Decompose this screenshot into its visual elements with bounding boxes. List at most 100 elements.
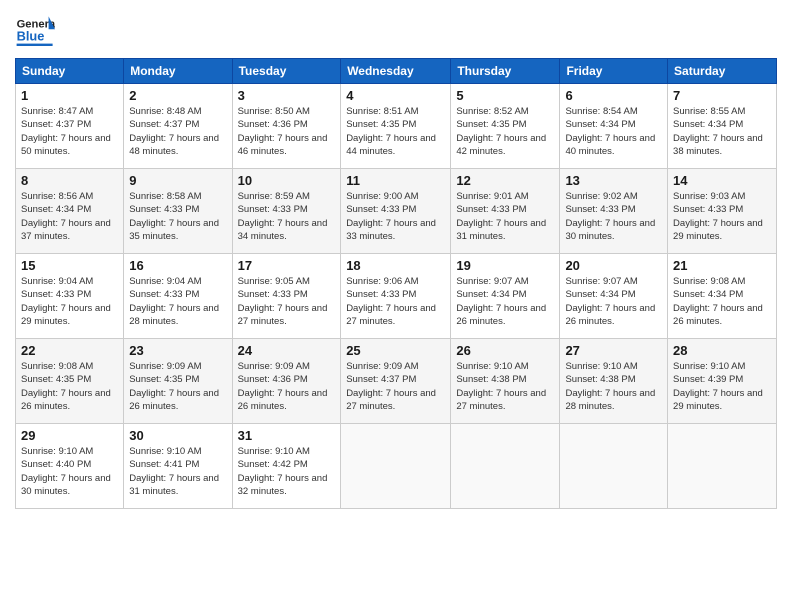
day-number: 14 [673, 173, 771, 188]
calendar-week-1: 1Sunrise: 8:47 AMSunset: 4:37 PMDaylight… [16, 84, 777, 169]
day-info: Sunrise: 9:10 AMSunset: 4:38 PMDaylight:… [565, 360, 662, 413]
day-info: Sunrise: 9:08 AMSunset: 4:34 PMDaylight:… [673, 275, 771, 328]
day-number: 2 [129, 88, 226, 103]
day-number: 15 [21, 258, 118, 273]
day-info: Sunrise: 9:01 AMSunset: 4:33 PMDaylight:… [456, 190, 554, 243]
weekday-saturday: Saturday [668, 59, 777, 84]
day-info: Sunrise: 8:54 AMSunset: 4:34 PMDaylight:… [565, 105, 662, 158]
day-cell-11: 11 Sunrise: 9:00 AMSunset: 4:33 PMDayligh… [341, 169, 451, 254]
day-cell-12: 12Sunrise: 9:01 AMSunset: 4:33 PMDayligh… [451, 169, 560, 254]
day-number: 25 [346, 343, 445, 358]
day-number: 16 [129, 258, 226, 273]
empty-cell [341, 424, 451, 509]
day-number: 6 [565, 88, 662, 103]
calendar-table: SundayMondayTuesdayWednesdayThursdayFrid… [15, 58, 777, 509]
day-cell-13: 13Sunrise: 9:02 AMSunset: 4:33 PMDayligh… [560, 169, 668, 254]
day-cell-2: 2 Sunrise: 8:48 AMSunset: 4:37 PMDaylight… [124, 84, 232, 169]
day-cell-31: 31Sunrise: 9:10 AMSunset: 4:42 PMDayligh… [232, 424, 341, 509]
day-info: Sunrise: 9:10 AMSunset: 4:39 PMDaylight:… [673, 360, 771, 413]
day-info: Sunrise: 9:10 AMSunset: 4:40 PMDaylight:… [21, 445, 118, 498]
logo: General Blue [15, 10, 59, 50]
day-number: 27 [565, 343, 662, 358]
day-number: 8 [21, 173, 118, 188]
calendar-week-5: 29Sunrise: 9:10 AMSunset: 4:40 PMDayligh… [16, 424, 777, 509]
day-info: Sunrise: 9:07 AMSunset: 4:34 PMDaylight:… [456, 275, 554, 328]
day-number: 24 [238, 343, 336, 358]
day-cell-18: 18 Sunrise: 9:06 AMSunset: 4:33 PMDayligh… [341, 254, 451, 339]
day-cell-30: 30 Sunrise: 9:10 AMSunset: 4:41 PMDayligh… [124, 424, 232, 509]
day-cell-25: 25 Sunrise: 9:09 AMSunset: 4:37 PMDayligh… [341, 339, 451, 424]
day-cell-4: 4 Sunrise: 8:51 AMSunset: 4:35 PMDaylight… [341, 84, 451, 169]
day-cell-7: 7 Sunrise: 8:55 AMSunset: 4:34 PMDaylight… [668, 84, 777, 169]
weekday-thursday: Thursday [451, 59, 560, 84]
day-info: Sunrise: 8:52 AMSunset: 4:35 PMDaylight:… [456, 105, 554, 158]
day-cell-24: 24Sunrise: 9:09 AMSunset: 4:36 PMDayligh… [232, 339, 341, 424]
day-cell-10: 10 Sunrise: 8:59 AMSunset: 4:33 PMDayligh… [232, 169, 341, 254]
day-cell-17: 17 Sunrise: 9:05 AMSunset: 4:33 PMDayligh… [232, 254, 341, 339]
day-number: 26 [456, 343, 554, 358]
day-number: 4 [346, 88, 445, 103]
day-number: 7 [673, 88, 771, 103]
day-number: 11 [346, 173, 445, 188]
day-number: 20 [565, 258, 662, 273]
day-info: Sunrise: 8:50 AMSunset: 4:36 PMDaylight:… [238, 105, 336, 158]
day-cell-8: 8 Sunrise: 8:56 AMSunset: 4:34 PMDaylight… [16, 169, 124, 254]
day-number: 18 [346, 258, 445, 273]
day-number: 30 [129, 428, 226, 443]
day-cell-16: 16 Sunrise: 9:04 AMSunset: 4:33 PMDayligh… [124, 254, 232, 339]
day-info: Sunrise: 9:00 AMSunset: 4:33 PMDaylight:… [346, 190, 445, 243]
day-number: 22 [21, 343, 118, 358]
weekday-sunday: Sunday [16, 59, 124, 84]
weekday-tuesday: Tuesday [232, 59, 341, 84]
day-info: Sunrise: 9:06 AMSunset: 4:33 PMDaylight:… [346, 275, 445, 328]
page: General Blue SundayMondayTuesdayWednesda… [0, 0, 792, 612]
calendar-week-4: 22 Sunrise: 9:08 AMSunset: 4:35 PMDayligh… [16, 339, 777, 424]
header: General Blue [15, 10, 777, 50]
day-number: 21 [673, 258, 771, 273]
weekday-wednesday: Wednesday [341, 59, 451, 84]
weekday-header-row: SundayMondayTuesdayWednesdayThursdayFrid… [16, 59, 777, 84]
weekday-monday: Monday [124, 59, 232, 84]
calendar-week-2: 8 Sunrise: 8:56 AMSunset: 4:34 PMDaylight… [16, 169, 777, 254]
logo-icon: General Blue [15, 10, 55, 50]
empty-cell [668, 424, 777, 509]
day-info: Sunrise: 9:03 AMSunset: 4:33 PMDaylight:… [673, 190, 771, 243]
day-info: Sunrise: 8:55 AMSunset: 4:34 PMDaylight:… [673, 105, 771, 158]
day-info: Sunrise: 9:07 AMSunset: 4:34 PMDaylight:… [565, 275, 662, 328]
day-cell-28: 28 Sunrise: 9:10 AMSunset: 4:39 PMDayligh… [668, 339, 777, 424]
day-cell-26: 26 Sunrise: 9:10 AMSunset: 4:38 PMDayligh… [451, 339, 560, 424]
day-number: 10 [238, 173, 336, 188]
day-number: 28 [673, 343, 771, 358]
day-info: Sunrise: 9:04 AMSunset: 4:33 PMDaylight:… [21, 275, 118, 328]
empty-cell [560, 424, 668, 509]
day-cell-29: 29Sunrise: 9:10 AMSunset: 4:40 PMDayligh… [16, 424, 124, 509]
day-info: Sunrise: 9:04 AMSunset: 4:33 PMDaylight:… [129, 275, 226, 328]
day-number: 17 [238, 258, 336, 273]
weekday-friday: Friday [560, 59, 668, 84]
day-info: Sunrise: 8:51 AMSunset: 4:35 PMDaylight:… [346, 105, 445, 158]
day-number: 9 [129, 173, 226, 188]
day-info: Sunrise: 9:08 AMSunset: 4:35 PMDaylight:… [21, 360, 118, 413]
day-number: 23 [129, 343, 226, 358]
day-info: Sunrise: 8:59 AMSunset: 4:33 PMDaylight:… [238, 190, 336, 243]
day-cell-23: 23Sunrise: 9:09 AMSunset: 4:35 PMDayligh… [124, 339, 232, 424]
day-number: 3 [238, 88, 336, 103]
svg-text:Blue: Blue [17, 28, 45, 43]
day-info: Sunrise: 9:09 AMSunset: 4:37 PMDaylight:… [346, 360, 445, 413]
day-cell-15: 15 Sunrise: 9:04 AMSunset: 4:33 PMDayligh… [16, 254, 124, 339]
day-info: Sunrise: 9:05 AMSunset: 4:33 PMDaylight:… [238, 275, 336, 328]
empty-cell [451, 424, 560, 509]
day-number: 13 [565, 173, 662, 188]
day-info: Sunrise: 8:48 AMSunset: 4:37 PMDaylight:… [129, 105, 226, 158]
day-info: Sunrise: 8:56 AMSunset: 4:34 PMDaylight:… [21, 190, 118, 243]
day-cell-3: 3 Sunrise: 8:50 AMSunset: 4:36 PMDaylight… [232, 84, 341, 169]
day-cell-19: 19 Sunrise: 9:07 AMSunset: 4:34 PMDayligh… [451, 254, 560, 339]
day-cell-27: 27 Sunrise: 9:10 AMSunset: 4:38 PMDayligh… [560, 339, 668, 424]
day-info: Sunrise: 9:10 AMSunset: 4:41 PMDaylight:… [129, 445, 226, 498]
day-number: 19 [456, 258, 554, 273]
day-cell-20: 20 Sunrise: 9:07 AMSunset: 4:34 PMDayligh… [560, 254, 668, 339]
day-info: Sunrise: 8:47 AMSunset: 4:37 PMDaylight:… [21, 105, 118, 158]
calendar-week-3: 15 Sunrise: 9:04 AMSunset: 4:33 PMDayligh… [16, 254, 777, 339]
day-info: Sunrise: 9:10 AMSunset: 4:38 PMDaylight:… [456, 360, 554, 413]
day-info: Sunrise: 9:10 AMSunset: 4:42 PMDaylight:… [238, 445, 336, 498]
